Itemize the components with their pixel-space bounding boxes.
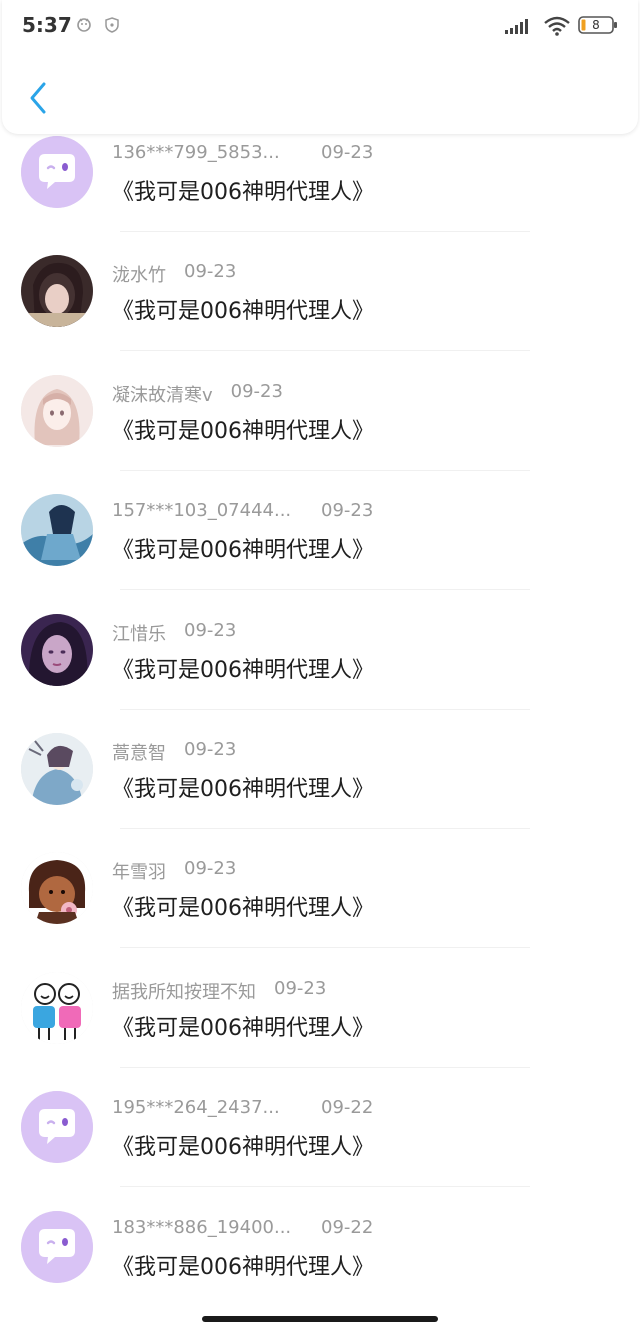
default-chat-avatar[interactable] [21, 136, 93, 208]
comment-text: 《我可是006神明代理人》 [112, 657, 374, 683]
list-item[interactable]: 蒿意智 09-23 《我可是006神明代理人》 [0, 719, 640, 838]
username[interactable]: 江惜乐 [112, 620, 166, 646]
comment-meta: 195***264_2437... 09-22 [112, 1097, 373, 1118]
list-item[interactable]: 136***799_5853... 09-23 《我可是006神明代理人》 [0, 122, 640, 241]
anime-blue-avatar[interactable] [21, 494, 93, 567]
comment-text: 《我可是006神明代理人》 [112, 1135, 374, 1161]
comment-date: 09-23 [321, 142, 374, 163]
username[interactable]: 蒿意智 [112, 739, 166, 765]
divider [120, 708, 530, 710]
comment-text: 《我可是006神明代理人》 [112, 1254, 374, 1280]
username[interactable]: 157***103_07444... [112, 500, 291, 521]
default-chat-avatar[interactable] [21, 1091, 93, 1164]
back-button[interactable] [20, 80, 56, 120]
comment-meta: 蒿意智 09-23 [112, 739, 236, 765]
divider [120, 947, 530, 949]
comment-text: 《我可是006神明代理人》 [112, 1015, 374, 1041]
comment-text: 《我可是006神明代理人》 [112, 180, 374, 205]
divider [120, 350, 530, 352]
notification-app-icon [75, 15, 93, 39]
comment-meta: 183***886_19400... 09-22 [112, 1217, 373, 1238]
wifi-icon [544, 16, 570, 40]
comment-date: 09-23 [274, 977, 327, 999]
divider [120, 469, 530, 471]
comment-date: 09-23 [184, 858, 237, 880]
comment-text: 《我可是006神明代理人》 [112, 299, 374, 325]
comment-text: 《我可是006神明代理人》 [112, 896, 374, 922]
cartoon-couple-avatar[interactable] [21, 971, 93, 1044]
username[interactable]: 凝沫故清寒v [112, 381, 213, 407]
comment-date: 09-23 [184, 739, 237, 760]
signal-icon [504, 17, 532, 39]
status-bar: 5:37 8 [0, 0, 640, 52]
divider [120, 1066, 530, 1068]
divider [120, 589, 530, 591]
list-item[interactable]: 183***886_19400... 09-22 《我可是006神明代理人》 [0, 1197, 640, 1316]
comment-text: 《我可是006神明代理人》 [112, 777, 374, 802]
default-chat-avatar[interactable] [21, 1210, 93, 1283]
list-item[interactable]: 年雪羽 09-23 《我可是006神明代理人》 [0, 838, 640, 957]
divider [120, 828, 530, 829]
anime-illustration-avatar[interactable] [21, 733, 93, 805]
list-item[interactable]: 凝沫故清寒v 09-23 《我可是006神明代理人》 [0, 361, 640, 480]
comment-meta: 据我所知按理不知 09-23 [112, 978, 326, 1004]
divider [120, 231, 530, 232]
username[interactable]: 136***799_5853... [112, 142, 280, 163]
battery-icon: 8 [578, 15, 618, 35]
comment-meta: 泷水竹 09-23 [112, 261, 236, 287]
home-indicator[interactable] [202, 1316, 438, 1322]
status-time: 5:37 [22, 13, 72, 37]
list-item[interactable]: 157***103_07444... 09-23 《我可是006神明代理人》 [0, 480, 640, 599]
username[interactable]: 据我所知按理不知 [112, 978, 256, 1004]
comment-text: 《我可是006神明代理人》 [112, 538, 374, 564]
username[interactable]: 年雪羽 [112, 858, 166, 884]
chevron-left-icon [28, 81, 48, 119]
username[interactable]: 泷水竹 [112, 261, 166, 287]
comment-date: 09-22 [321, 1097, 374, 1119]
comment-meta: 年雪羽 09-23 [112, 858, 236, 884]
comment-meta: 凝沫故清寒v 09-23 [112, 381, 283, 407]
list-item[interactable]: 195***264_2437... 09-22 《我可是006神明代理人》 [0, 1077, 640, 1196]
list-item[interactable]: 江惜乐 09-23 《我可是006神明代理人》 [0, 600, 640, 719]
comment-meta: 136***799_5853... 09-23 [112, 142, 373, 163]
comment-date: 09-23 [321, 500, 374, 522]
battery-level: 8 [592, 18, 600, 32]
comment-date: 09-23 [184, 261, 237, 283]
list-item[interactable]: 泷水竹 09-23 《我可是006神明代理人》 [0, 241, 640, 360]
comment-date: 09-23 [230, 380, 283, 402]
comment-meta: 157***103_07444... 09-23 [112, 500, 373, 521]
dark-portrait-avatar[interactable] [21, 613, 93, 686]
photo-avatar[interactable] [21, 255, 93, 328]
comment-text: 《我可是006神明代理人》 [112, 418, 374, 444]
cartoon-character-avatar[interactable] [21, 852, 93, 925]
username[interactable]: 195***264_2437... [112, 1097, 280, 1118]
comment-date: 09-23 [184, 619, 237, 641]
comment-meta: 江惜乐 09-23 [112, 620, 236, 646]
username[interactable]: 183***886_19400... [112, 1217, 291, 1238]
comment-date: 09-22 [321, 1216, 374, 1238]
list-item[interactable]: 据我所知按理不知 09-23 《我可是006神明代理人》 [0, 958, 640, 1077]
anime-girl-avatar[interactable] [21, 374, 93, 447]
shield-icon [104, 15, 120, 39]
divider [120, 1186, 530, 1188]
